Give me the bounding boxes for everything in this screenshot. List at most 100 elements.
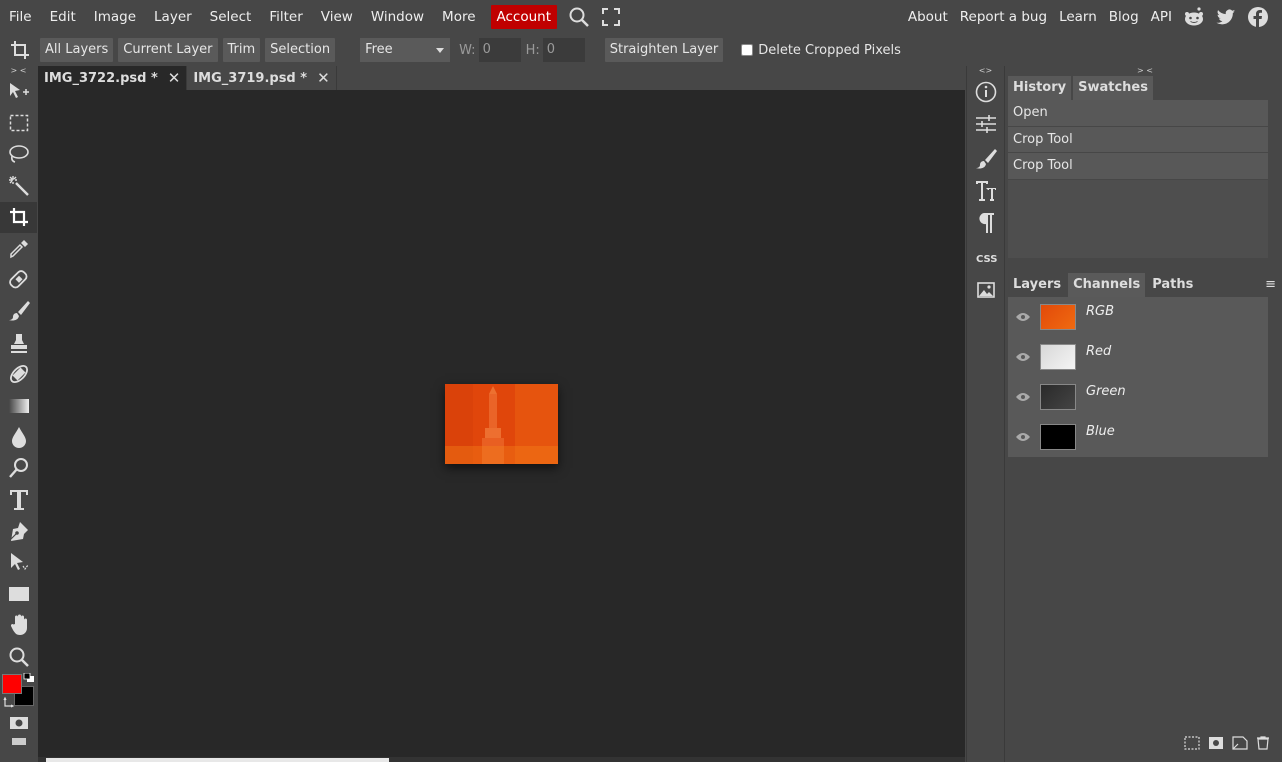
- blur-tool-icon[interactable]: [0, 421, 37, 452]
- eye-icon[interactable]: [1008, 352, 1038, 362]
- menu-learn[interactable]: Learn: [1053, 0, 1103, 34]
- tab-channels[interactable]: Channels: [1068, 273, 1146, 297]
- new-channel-icon[interactable]: [1232, 736, 1248, 754]
- css-icon[interactable]: CSS: [967, 242, 1005, 274]
- history-item[interactable]: Crop Tool: [1008, 153, 1268, 180]
- healing-brush-tool-icon[interactable]: [0, 264, 37, 295]
- document-tab[interactable]: IMG_3722.psd * ✕: [38, 66, 188, 90]
- save-selection-icon[interactable]: [1208, 736, 1224, 754]
- width-input[interactable]: 0: [478, 38, 521, 62]
- list-item[interactable]: Blue: [1008, 417, 1268, 457]
- menu-file[interactable]: File: [0, 0, 41, 34]
- height-label: H:: [525, 42, 540, 58]
- dodge-tool-icon[interactable]: [0, 453, 37, 484]
- marquee-tool-icon[interactable]: [0, 107, 37, 138]
- image-icon[interactable]: [967, 274, 1005, 306]
- search-icon[interactable]: [563, 0, 595, 34]
- brush-tool-icon[interactable]: [0, 296, 37, 327]
- fullscreen-icon[interactable]: [595, 0, 627, 34]
- magic-wand-tool-icon[interactable]: [0, 170, 37, 201]
- default-colors-icon[interactable]: [23, 672, 35, 683]
- menu-blog[interactable]: Blog: [1103, 0, 1145, 34]
- menu-image[interactable]: Image: [85, 0, 145, 34]
- color-swatches: [0, 672, 37, 710]
- tab-paths[interactable]: Paths: [1147, 273, 1199, 297]
- menu-edit[interactable]: Edit: [41, 0, 85, 34]
- panel-menu-icon[interactable]: ≡: [1265, 277, 1276, 292]
- width-label: W:: [459, 42, 476, 58]
- eraser-tool-icon[interactable]: [0, 359, 37, 390]
- info-icon[interactable]: [967, 76, 1005, 108]
- zoom-tool-icon[interactable]: [0, 641, 37, 672]
- close-icon[interactable]: ✕: [168, 69, 181, 87]
- hand-tool-icon[interactable]: [0, 610, 37, 641]
- trim-button[interactable]: Trim: [222, 38, 261, 62]
- tab-history[interactable]: History: [1008, 76, 1072, 100]
- pen-tool-icon[interactable]: [0, 515, 37, 546]
- document-tab-label: IMG_3719.psd *: [193, 70, 308, 86]
- adjustments-icon[interactable]: [967, 108, 1005, 140]
- history-item[interactable]: Open: [1008, 100, 1268, 127]
- eyedropper-tool-icon[interactable]: [0, 233, 37, 264]
- gradient-tool-icon[interactable]: [0, 390, 37, 421]
- all-layers-button[interactable]: All Layers: [40, 38, 114, 62]
- foreground-color-swatch[interactable]: [2, 674, 22, 695]
- menu-layer[interactable]: Layer: [145, 0, 201, 34]
- right-collapse-toggle[interactable]: > <: [1008, 66, 1282, 76]
- eye-icon[interactable]: [1008, 392, 1038, 402]
- tab-layers[interactable]: Layers: [1008, 273, 1067, 297]
- eye-icon[interactable]: [1008, 312, 1038, 322]
- screen-mode-icon[interactable]: [0, 736, 37, 746]
- facebook-icon[interactable]: [1242, 0, 1274, 34]
- tab-swatches[interactable]: Swatches: [1073, 76, 1153, 100]
- menu-window[interactable]: Window: [362, 0, 433, 34]
- list-item[interactable]: Green: [1008, 377, 1268, 417]
- clone-stamp-tool-icon[interactable]: [0, 327, 37, 358]
- menu-view[interactable]: View: [312, 0, 362, 34]
- rectangle-tool-icon[interactable]: [0, 578, 37, 609]
- tools-collapse-toggle[interactable]: > <: [0, 66, 37, 76]
- eye-icon[interactable]: [1008, 432, 1038, 442]
- move-tool-icon[interactable]: [0, 76, 37, 107]
- menu-bar: File Edit Image Layer Select Filter View…: [0, 0, 1282, 34]
- straighten-layer-button[interactable]: Straighten Layer: [604, 38, 724, 62]
- quick-mask-icon[interactable]: [0, 710, 37, 736]
- load-selection-icon[interactable]: [1184, 736, 1200, 754]
- twitter-icon[interactable]: [1210, 0, 1242, 34]
- scrollbar-thumb[interactable]: [46, 758, 389, 762]
- panel-icon-bar: <> CSS: [966, 66, 1005, 762]
- swap-colors-icon[interactable]: [3, 696, 15, 708]
- close-icon[interactable]: ✕: [317, 69, 330, 87]
- crop-mode-select[interactable]: Free: [360, 38, 451, 62]
- panel-collapse-toggle[interactable]: <>: [967, 66, 1004, 76]
- character-icon[interactable]: [967, 175, 1005, 207]
- selection-button[interactable]: Selection: [265, 38, 336, 62]
- menu-report-bug[interactable]: Report a bug: [954, 0, 1053, 34]
- delete-cropped-checkbox[interactable]: [741, 44, 754, 56]
- lasso-tool-icon[interactable]: [0, 139, 37, 170]
- account-button[interactable]: Account: [490, 5, 558, 29]
- menu-select[interactable]: Select: [201, 0, 261, 34]
- brush-settings-icon[interactable]: [967, 143, 1005, 175]
- paragraph-icon[interactable]: [967, 207, 1005, 239]
- trash-icon[interactable]: [1256, 736, 1270, 754]
- crop-tool-button[interactable]: [0, 201, 37, 233]
- height-input[interactable]: 0: [542, 38, 585, 62]
- options-bar: All Layers Current Layer Trim Selection …: [0, 34, 1282, 66]
- list-item[interactable]: RGB: [1008, 297, 1268, 337]
- list-item[interactable]: Red: [1008, 337, 1268, 377]
- path-selection-tool-icon[interactable]: [0, 547, 37, 578]
- menu-api[interactable]: API: [1145, 0, 1178, 34]
- channel-name: Green: [1086, 383, 1126, 399]
- history-item[interactable]: Crop Tool: [1008, 126, 1268, 153]
- type-tool-icon[interactable]: [0, 484, 37, 515]
- reddit-icon[interactable]: [1178, 0, 1210, 34]
- canvas-area[interactable]: [38, 90, 965, 757]
- menu-about[interactable]: About: [902, 0, 954, 34]
- horizontal-scrollbar[interactable]: [38, 757, 965, 762]
- menu-filter[interactable]: Filter: [260, 0, 311, 34]
- menu-more[interactable]: More: [433, 0, 484, 34]
- document-tab[interactable]: IMG_3719.psd * ✕: [187, 66, 337, 90]
- current-layer-button[interactable]: Current Layer: [118, 38, 218, 62]
- document-image[interactable]: [445, 384, 558, 464]
